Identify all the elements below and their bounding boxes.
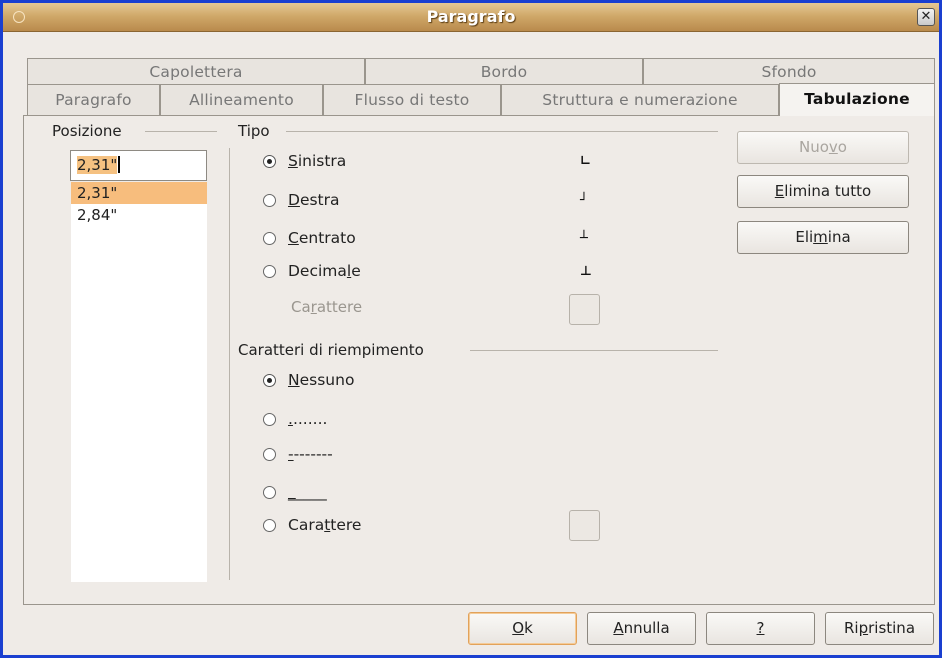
tab-bordo[interactable]: Bordo	[365, 58, 643, 84]
radio-label: Sinistra	[288, 152, 347, 170]
radio-label: --------	[288, 445, 333, 463]
radio-label: Centrato	[288, 229, 356, 247]
radio-unchecked-icon	[263, 518, 276, 532]
radio-unchecked-icon	[263, 412, 276, 426]
radio-label: Nessuno	[288, 371, 355, 389]
window-title: Paragrafo	[426, 7, 516, 26]
tipo-carattere-input[interactable]	[569, 294, 600, 325]
posizione-separator	[145, 131, 217, 132]
radio-unchecked-icon	[263, 447, 276, 461]
radio-dots[interactable]: ........	[263, 410, 327, 428]
tab-flusso-di-testo[interactable]: Flusso di testo	[323, 84, 501, 115]
radio-sinistra[interactable]: Sinistra	[263, 152, 346, 170]
posizione-label: Posizione	[52, 122, 122, 140]
radio-unchecked-icon	[263, 485, 276, 499]
radio-label: Decimale	[288, 262, 361, 280]
ok-button[interactable]: Ok	[468, 612, 577, 645]
tab-struttura-e-numerazione[interactable]: Struttura e numerazione	[501, 84, 779, 115]
tipo-carattere-label: Carattere	[291, 298, 363, 316]
riempimento-separator	[470, 350, 718, 351]
tab-tabulazione[interactable]: Tabulazione	[779, 83, 935, 116]
radio-checked-icon	[263, 373, 276, 387]
tab-left-icon: ∟	[580, 154, 591, 169]
posizione-input[interactable]: 2,31"	[70, 150, 207, 181]
radio-unchecked-icon	[263, 193, 276, 207]
radio-unchecked-icon	[263, 231, 276, 245]
radio-nessuno[interactable]: Nessuno	[263, 371, 354, 389]
close-button[interactable]: ✕	[917, 8, 935, 26]
tab-right-icon: ┘	[580, 193, 588, 208]
tab-sfondo[interactable]: Sfondo	[643, 58, 935, 84]
radio-carattere[interactable]: Carattere	[263, 516, 361, 534]
radio-unchecked-icon	[263, 264, 276, 278]
radio-label: _____	[288, 483, 327, 501]
radio-label: Carattere	[288, 516, 362, 534]
help-button[interactable]: ?	[706, 612, 815, 645]
tipo-separator	[286, 131, 718, 132]
radio-destra[interactable]: Destra	[263, 191, 340, 209]
list-item[interactable]: 2,84"	[71, 204, 207, 226]
ripristina-button[interactable]: Ripristina	[825, 612, 934, 645]
radio-underscores[interactable]: _____	[263, 483, 327, 501]
tipo-label: Tipo	[238, 122, 270, 140]
text-caret	[118, 156, 121, 173]
annulla-button[interactable]: Annulla	[587, 612, 696, 645]
riempimento-carattere-input[interactable]	[569, 510, 600, 541]
radio-checked-icon	[263, 154, 276, 168]
elimina-button[interactable]: Elimina	[737, 221, 909, 254]
title-bar[interactable]: Paragrafo ✕	[3, 3, 939, 32]
radio-centrato[interactable]: Centrato	[263, 229, 356, 247]
radio-dashes[interactable]: --------	[263, 445, 333, 463]
tab-paragrafo[interactable]: Paragrafo	[27, 84, 160, 115]
tab-allineamento[interactable]: Allineamento	[160, 84, 323, 115]
tab-capolettera[interactable]: Capolettera	[27, 58, 365, 84]
riempimento-label: Caratteri di riempimento	[238, 341, 424, 359]
posizione-input-value: 2,31"	[77, 156, 118, 174]
radio-label: ........	[288, 410, 328, 428]
radio-decimale[interactable]: Decimale	[263, 262, 361, 280]
list-item[interactable]: 2,31"	[71, 182, 207, 204]
tab-center-icon: ┴	[580, 231, 588, 246]
posizione-list[interactable]: 2,31" 2,84"	[71, 182, 207, 582]
nuovo-button[interactable]: Nuovo	[737, 131, 909, 164]
tab-decimal-icon: ⊥	[580, 264, 592, 279]
group-separator	[229, 148, 230, 580]
close-icon: ✕	[920, 9, 932, 24]
elimina-tutto-button[interactable]: Elimina tutto	[737, 175, 909, 208]
radio-label: Destra	[288, 191, 340, 209]
